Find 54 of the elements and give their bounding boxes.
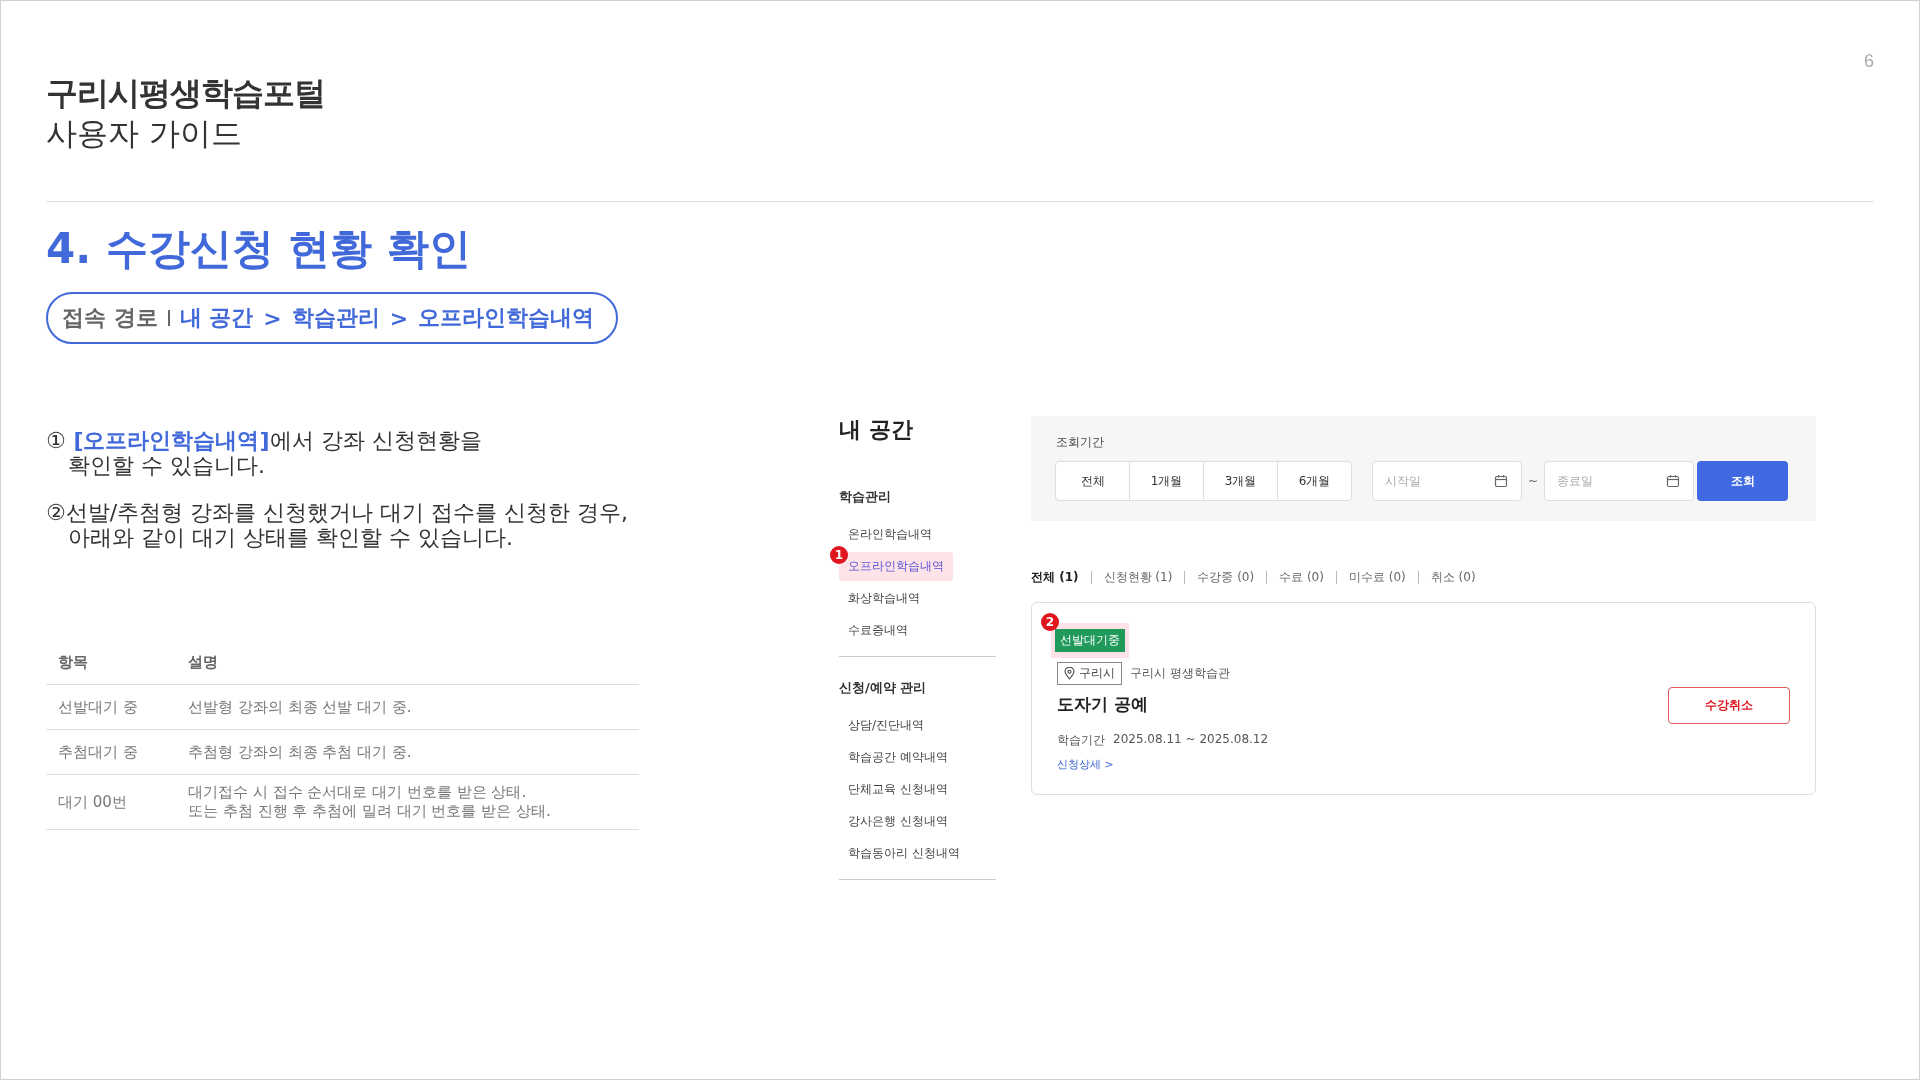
status-tab[interactable]: 수강중 (0) [1184, 571, 1267, 584]
cancel-button[interactable]: 수강취소 [1668, 686, 1790, 724]
course-title: 도자기 공예 [1057, 693, 1149, 716]
period-label: 학습기간 [1057, 732, 1105, 749]
sidebar-title: 내 공간 [839, 416, 914, 444]
table-cell: 추첨대기 중 [58, 742, 138, 761]
search-button[interactable]: 조회 [1697, 461, 1789, 501]
period-button[interactable]: 3개월 [1203, 461, 1278, 501]
status-tab[interactable]: 전체 (1) [1031, 571, 1091, 584]
status-tab[interactable]: 미수료 (0) [1335, 571, 1418, 584]
period-text: 2025.08.11 ~ 2025.08.12 [1113, 732, 1269, 748]
range-separator: ~ [1528, 474, 1539, 488]
status-tab[interactable]: 수료 (0) [1266, 571, 1336, 584]
sidebar-item[interactable]: 온라인학습내역 [839, 519, 941, 549]
venue-text: 구리시 평생학습관 [1130, 665, 1230, 682]
sidebar-item[interactable]: 학습공간 예약내역 [839, 742, 957, 772]
sidebar-item[interactable]: 학습동아리 신청내역 [839, 838, 969, 868]
period-button[interactable]: 6개월 [1277, 461, 1352, 501]
page-number: 6 [1864, 51, 1874, 73]
start-date-field[interactable]: 시작일 [1372, 461, 1522, 501]
table-cell: 추첨형 강좌의 최종 추첨 대기 중. [188, 742, 412, 762]
period-button[interactable]: 1개월 [1129, 461, 1204, 501]
callout-badge: 1 [830, 546, 848, 564]
sidebar-group-title: 학습관리 [839, 488, 892, 506]
sidebar-item[interactable]: 강사은행 신청내역 [839, 806, 957, 836]
calendar-icon [1666, 474, 1681, 488]
table-cell: 대기접수 시 접수 순서대로 대기 번호를 받은 상태. 또는 추첨 진행 후 추첨에 밀려 대기 번호를 받은 상태. [188, 783, 551, 821]
calendar-icon [1494, 474, 1508, 488]
sidebar-item[interactable]: 화상학습내역 [839, 583, 929, 613]
detail-link[interactable]: 신청상세 > [1057, 757, 1114, 772]
instruction-text: ②선발/추첨형 강좌를 신청했거나 대기 접수를 신청한 경우, 아래와 같이 대기 상태를 확인할 수 있습니다. [46, 500, 630, 550]
document-subtitle: 사용자 가이드 [46, 114, 243, 153]
section-heading: 4. 수강신청 현황 확인 [46, 223, 473, 275]
document-title: 구리시평생학습포털 [46, 73, 325, 113]
end-date-field[interactable]: 종료일 [1544, 461, 1695, 501]
table-cell: 대기 00번 [58, 792, 127, 811]
callout-badge: 2 [1041, 613, 1059, 631]
sidebar-group-title: 신청/예약 관리 [839, 679, 928, 697]
region-tag: 구리시 [1057, 662, 1122, 685]
sidebar-item[interactable]: 상담/진단내역 [839, 710, 934, 740]
table-cell: 선발대기 중 [58, 697, 138, 716]
access-path: 접속 경로 내 공간 > 학습관리 > 오프라인학습내역 [46, 292, 619, 344]
location-pin-icon [1064, 667, 1075, 680]
column-header: 항목 [58, 652, 88, 671]
sidebar-item[interactable]: 수료증내역 [839, 615, 917, 645]
period-button[interactable]: 전체 [1055, 461, 1130, 501]
column-header: 설명 [188, 652, 218, 671]
status-tab[interactable]: 신청현황 (1) [1090, 571, 1185, 584]
instruction-text: ① [오프라인학습내역]에서 강좌 신청현황을 확인할 수 있습니다. [46, 428, 483, 478]
table-cell: 선발형 강좌의 최종 선발 대기 중. [188, 697, 412, 717]
status-tab[interactable]: 취소 (0) [1417, 571, 1488, 584]
status-badge: 선발대기중 [1055, 629, 1125, 652]
filter-label: 조회기간 [1056, 434, 1105, 451]
sidebar-item[interactable]: 단체교육 신청내역 [839, 774, 957, 804]
